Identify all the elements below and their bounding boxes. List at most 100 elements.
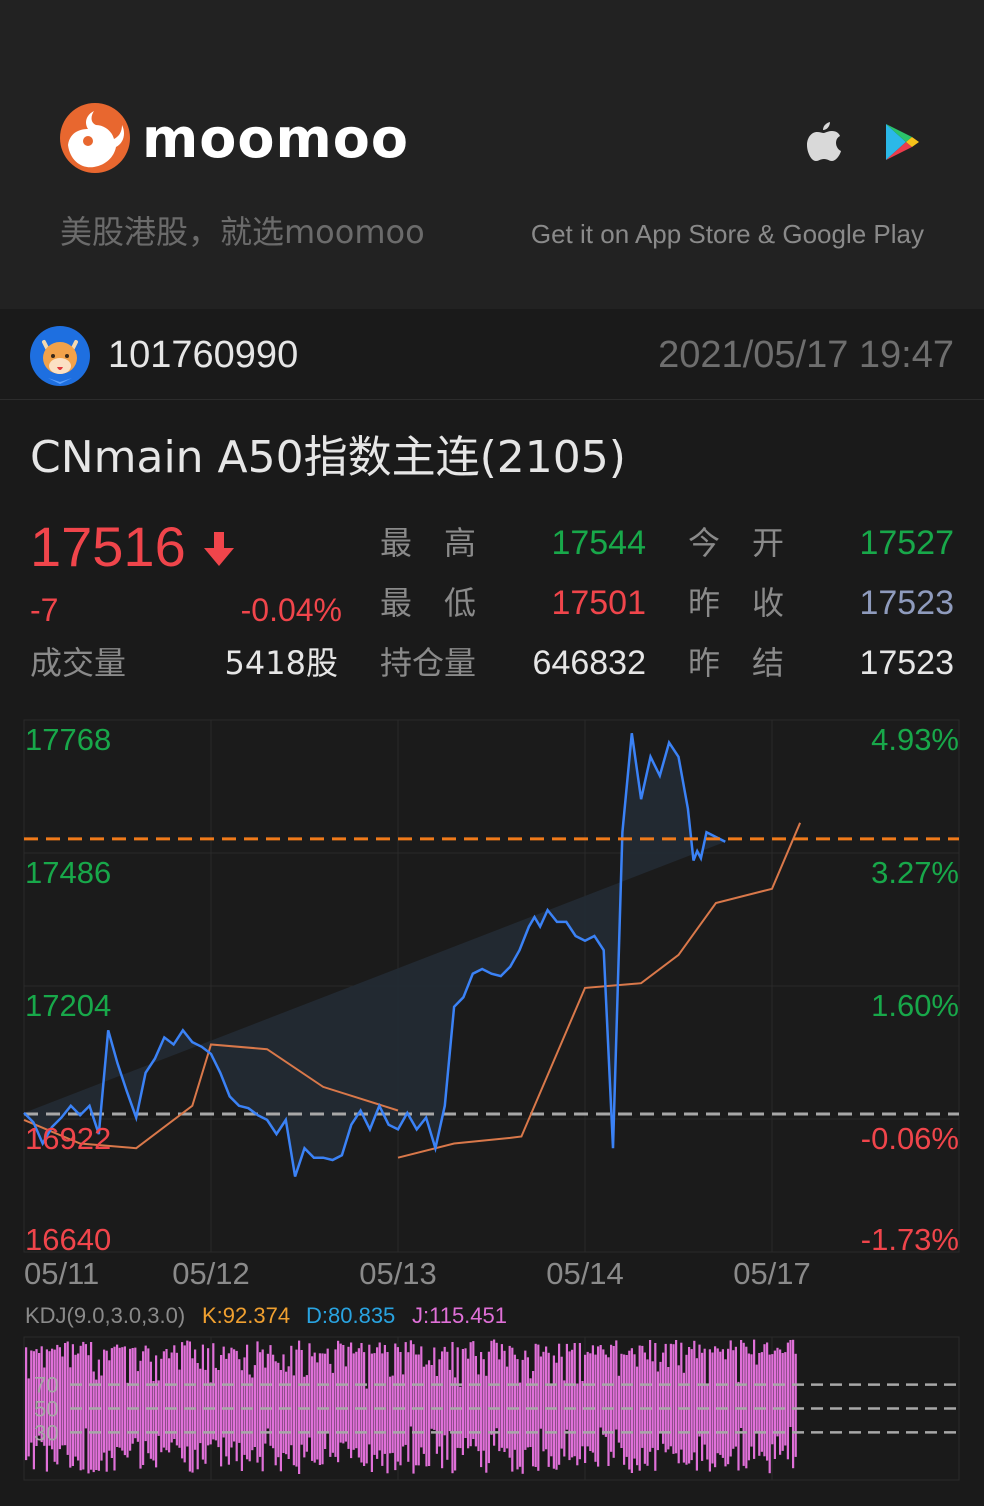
kdj-bar: [763, 1344, 766, 1457]
high-value: 17544: [551, 524, 646, 562]
kdj-bar: [620, 1353, 623, 1448]
x-tick-label: 05/12: [172, 1256, 250, 1291]
kdj-bar: [701, 1352, 704, 1461]
kdj-bar: [134, 1347, 137, 1439]
kdj-bar: [108, 1360, 111, 1451]
kdj-bar: [617, 1375, 620, 1443]
kdj-bar: [243, 1357, 246, 1455]
kdj-bar: [77, 1353, 80, 1461]
kdj-bar: [266, 1353, 269, 1429]
kdj-bar: [646, 1359, 649, 1466]
y-tick-label-left: 16922: [25, 1121, 111, 1156]
kdj-bar: [66, 1341, 69, 1455]
moomoo-logo-icon: [60, 103, 130, 173]
x-tick-label: 05/11: [24, 1256, 99, 1291]
kdj-bar: [625, 1355, 628, 1457]
kdj-bar: [365, 1388, 368, 1464]
kdj-bar: [422, 1366, 425, 1454]
kdj-bar: [246, 1344, 249, 1460]
kdj-bar: [747, 1353, 750, 1461]
kdj-bar: [331, 1372, 334, 1453]
apple-icon[interactable]: [806, 120, 842, 162]
kdj-bar: [425, 1364, 428, 1467]
kdj-bar: [545, 1346, 548, 1450]
kdj-bar: [773, 1350, 776, 1459]
kdj-bar: [441, 1351, 444, 1469]
kdj-bar: [776, 1347, 779, 1437]
kdj-bar: [578, 1343, 581, 1460]
kdj-bar: [519, 1382, 522, 1467]
kdj-bar: [552, 1355, 555, 1469]
kdj-bar: [433, 1347, 436, 1430]
kdj-bar: [612, 1346, 615, 1458]
kdj-bar: [656, 1371, 659, 1451]
prev-close-label: 昨 收: [688, 584, 785, 622]
kdj-bar: [482, 1359, 485, 1451]
low-value: 17501: [551, 584, 646, 622]
y-tick-label-right: -0.06%: [861, 1121, 959, 1156]
kdj-bar: [97, 1359, 100, 1471]
kdj-bar: [295, 1349, 298, 1467]
kdj-bar: [755, 1364, 758, 1433]
kdj-bar: [526, 1357, 529, 1448]
kdj-bar: [698, 1344, 701, 1437]
y-tick-label-right: 3.27%: [871, 855, 959, 890]
kdj-bar: [92, 1371, 95, 1473]
open-interest-value: 646832: [532, 644, 646, 682]
kdj-bar: [274, 1361, 277, 1466]
kdj-bar: [721, 1349, 724, 1458]
kdj-bar: [25, 1347, 28, 1461]
kdj-chart[interactable]: 705030: [0, 1330, 984, 1490]
kdj-bar: [716, 1348, 719, 1454]
kdj-bar: [253, 1365, 256, 1447]
brand-name: moomoo: [142, 107, 409, 170]
chart-grid: [23, 719, 960, 1253]
kdj-bar: [305, 1375, 308, 1452]
google-play-icon[interactable]: [884, 122, 920, 162]
store-download-link[interactable]: Get it on App Store & Google Play: [531, 216, 924, 252]
user-id: 101760990: [108, 334, 299, 376]
kdj-bar: [750, 1354, 753, 1447]
kdj-bar: [337, 1340, 340, 1463]
kdj-j-value: J:115.451: [412, 1303, 508, 1328]
kdj-bar: [235, 1350, 238, 1462]
kdj-bar: [565, 1343, 568, 1430]
kdj-bar: [256, 1341, 259, 1463]
kdj-bar: [217, 1370, 220, 1448]
kdj-bar: [789, 1340, 792, 1427]
kdj-bar: [188, 1341, 191, 1472]
kdj-bar: [308, 1343, 311, 1438]
kdj-bar: [669, 1343, 672, 1447]
kdj-bar: [727, 1348, 730, 1465]
kdj-bar: [350, 1342, 353, 1459]
kdj-bar: [181, 1342, 184, 1459]
kdj-bar: [334, 1349, 337, 1457]
kdj-bar: [508, 1345, 511, 1458]
y-tick-label-right: 4.93%: [871, 722, 959, 757]
kdj-bar: [615, 1340, 618, 1430]
kdj-bar: [162, 1351, 165, 1448]
kdj-bar: [123, 1346, 126, 1456]
kdj-bar: [27, 1378, 30, 1457]
kdj-bar: [313, 1352, 316, 1463]
kdj-bar: [74, 1354, 77, 1457]
kdj-bar: [729, 1340, 732, 1457]
price-chart[interactable]: 17768 17486 17204 16922 16640 4.93% 3.27% 1.60…: [0, 700, 984, 1300]
kdj-bar: [500, 1344, 503, 1448]
app-download-banner[interactable]: moomoo 美股港股，就选moomoo Get it on App Store…: [0, 0, 984, 309]
x-tick-label: 05/17: [733, 1256, 811, 1291]
kdj-bar: [287, 1366, 290, 1459]
kdj-bar: [571, 1349, 574, 1458]
price-change: -7: [30, 592, 59, 628]
kdj-bar: [64, 1343, 67, 1446]
kdj-bar: [300, 1350, 303, 1445]
kdj-bar: [147, 1348, 150, 1454]
kdj-level-label: 50: [34, 1397, 58, 1422]
kdj-bar: [191, 1358, 194, 1473]
kdj-bar: [469, 1342, 472, 1447]
kdj-bar: [636, 1366, 639, 1466]
kdj-bar: [415, 1354, 418, 1466]
avatar[interactable]: [30, 326, 90, 386]
kdj-bar: [558, 1343, 561, 1465]
kdj-bar: [599, 1345, 602, 1428]
